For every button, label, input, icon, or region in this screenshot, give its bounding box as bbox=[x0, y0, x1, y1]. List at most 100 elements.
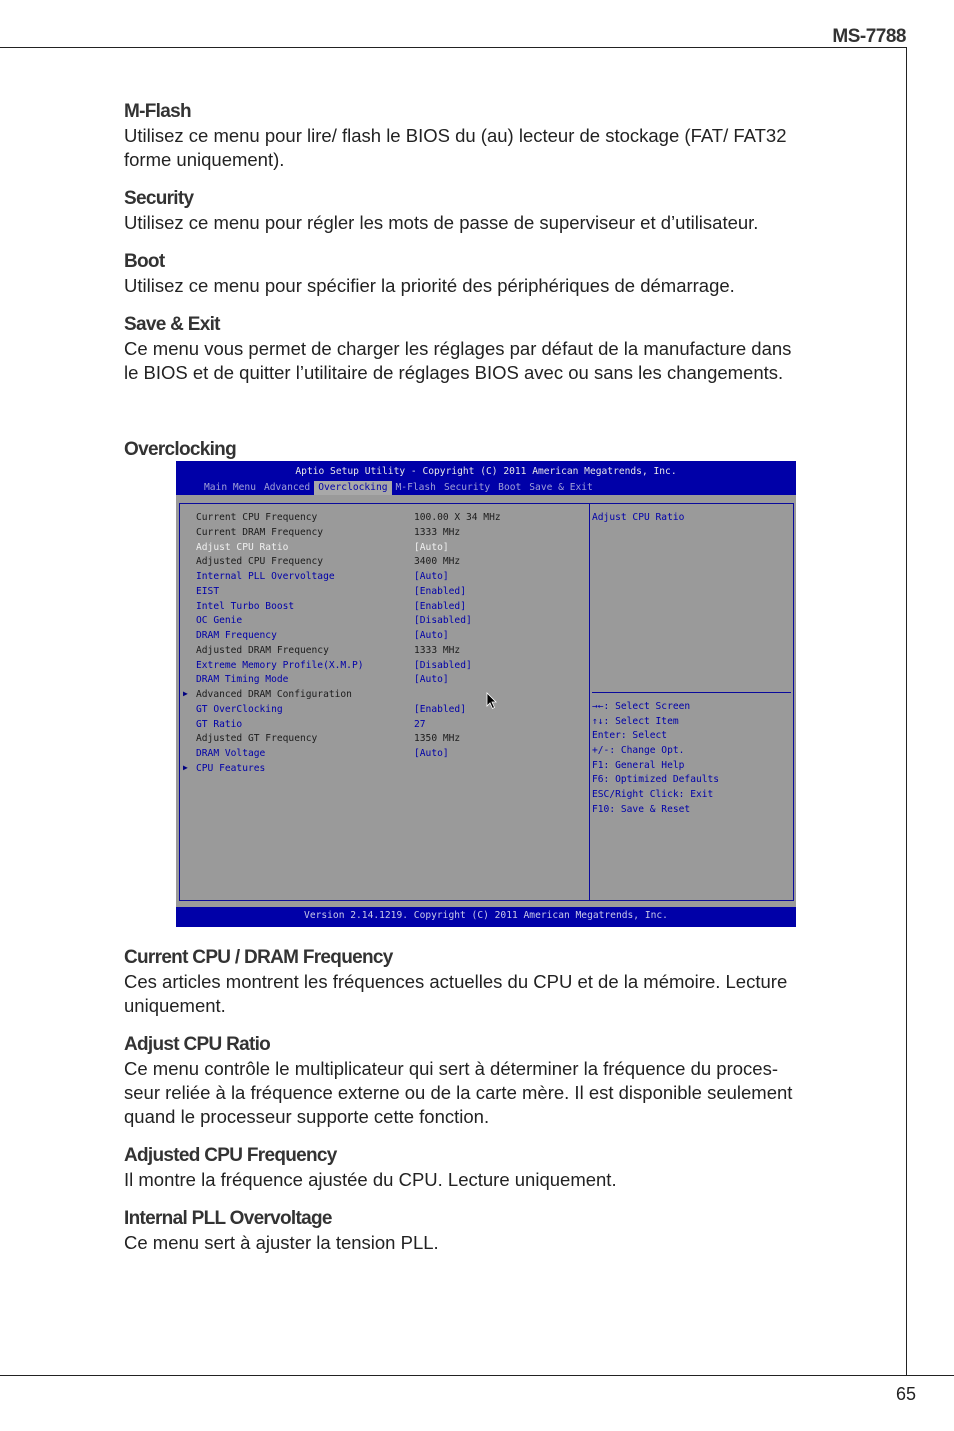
bios-setting-row[interactable]: DRAM Timing Mode [Auto] bbox=[180, 674, 580, 689]
section-internal-pll-overvoltage: Internal PLL Overvoltage Ce menu sert à … bbox=[124, 1207, 854, 1255]
setting-label: DRAM Timing Mode bbox=[196, 674, 289, 686]
section-line: Ce menu sert à ajuster la tension PLL. bbox=[124, 1232, 439, 1253]
setting-value[interactable]: [Enabled] bbox=[414, 704, 466, 715]
section-line: Ce menu contrôle le multiplicateur qui s… bbox=[124, 1058, 778, 1079]
key-hint: →←: Select Screen bbox=[592, 701, 691, 712]
mouse-cursor-icon bbox=[486, 692, 497, 710]
setting-value[interactable]: [Auto] bbox=[414, 630, 449, 641]
section-line: uniquement. bbox=[124, 995, 226, 1016]
section-title: Security bbox=[124, 188, 194, 209]
bios-setting-row: Adjusted DRAM Frequency 1333 MHz bbox=[180, 645, 580, 660]
bios-setting-row[interactable]: Intel Turbo Boost [Enabled] bbox=[180, 601, 580, 616]
bios-title-bar: Aptio Setup Utility - Copyright (C) 2011… bbox=[176, 461, 796, 495]
section-line: Utilisez ce menu pour régler les mots de… bbox=[124, 212, 759, 233]
section-title: Adjusted CPU Frequency bbox=[124, 1145, 337, 1166]
bios-setting-row[interactable]: ▶ CPU Features bbox=[180, 763, 580, 778]
setting-label: Adjusted CPU Frequency bbox=[196, 556, 324, 568]
section-boot: Boot Utilisez ce menu pour spécifier la … bbox=[124, 250, 854, 298]
bios-setting-row: Adjusted GT Frequency 1350 MHz bbox=[180, 733, 580, 748]
key-hint: ESC/Right Click: Exit bbox=[592, 789, 714, 801]
section-adjust-cpu-ratio: Adjust CPU Ratio Ce menu contrôle le mul… bbox=[124, 1033, 854, 1129]
submenu-arrow-icon: ▶ bbox=[183, 762, 188, 772]
bios-tabs: Main Menu Advanced Overclocking M-Flash Secu… bbox=[200, 481, 597, 495]
bios-setting-row: Current CPU Frequency 100.00 X 34 MHz bbox=[180, 512, 580, 527]
right-rule bbox=[906, 47, 907, 1375]
model-label: MS-7788 bbox=[832, 26, 906, 47]
key-hint: +/-: Change Opt. bbox=[592, 745, 685, 757]
setting-label: DRAM Voltage bbox=[196, 748, 266, 759]
setting-value: 1350 MHz bbox=[414, 733, 461, 745]
bios-tab-m-flash[interactable]: M-Flash bbox=[392, 481, 440, 495]
setting-value[interactable]: [Enabled] bbox=[414, 586, 466, 597]
bios-version: Version 2.14.1219. Copyright (C) 2011 Am… bbox=[176, 907, 796, 927]
bios-tab-advanced[interactable]: Advanced bbox=[260, 481, 314, 495]
key-hint: ↑↓: Select Item bbox=[592, 715, 679, 727]
bios-setting-row[interactable]: Internal PLL Overvoltage [Auto] bbox=[180, 571, 580, 586]
key-hint: Enter: Select bbox=[592, 730, 668, 742]
section-line: seur reliée à la fréquence externe ou de… bbox=[124, 1082, 793, 1103]
setting-value[interactable]: 27 bbox=[414, 719, 426, 730]
section-line: Utilisez ce menu pour lire/ flash le BIO… bbox=[124, 125, 787, 146]
bios-setting-row[interactable]: GT Ratio 27 bbox=[180, 719, 580, 734]
bios-screenshot: Aptio Setup Utility - Copyright (C) 2011… bbox=[176, 461, 796, 927]
section-security: Security Utilisez ce menu pour régler le… bbox=[124, 187, 854, 235]
setting-label: EIST bbox=[196, 585, 220, 597]
key-legend: →←: Select Screen ↑↓: Select Item Enter: S… bbox=[592, 701, 719, 819]
setting-value[interactable]: [Auto] bbox=[414, 748, 449, 759]
section-line: Ce menu vous permet de charger les régla… bbox=[124, 338, 792, 359]
bios-setting-row[interactable]: EIST [Enabled] bbox=[180, 586, 580, 601]
section-line: forme uniquement). bbox=[124, 149, 285, 170]
bios-tab-main-menu[interactable]: Main Menu bbox=[200, 481, 260, 495]
setting-label: Advanced DRAM Configuration bbox=[196, 689, 352, 700]
setting-value[interactable]: [Disabled] bbox=[414, 660, 472, 671]
bios-tab-save-exit[interactable]: Save & Exit bbox=[525, 481, 597, 495]
bios-setting-row[interactable]: OC Genie [Disabled] bbox=[180, 615, 580, 630]
help-separator bbox=[592, 692, 791, 693]
setting-value[interactable]: [Disabled] bbox=[414, 615, 472, 626]
bios-setting-row[interactable]: DRAM Frequency [Auto] bbox=[180, 630, 580, 645]
bios-setting-row[interactable]: DRAM Voltage [Auto] bbox=[180, 748, 580, 763]
bios-setting-row[interactable]: Extreme Memory Profile(X.M.P) [Disabled] bbox=[180, 660, 580, 675]
setting-value[interactable]: [Enabled] bbox=[414, 601, 466, 612]
bios-setting-row[interactable]: ▶ Advanced DRAM Configuration bbox=[180, 689, 580, 704]
section-adjusted-cpu-frequency: Adjusted CPU Frequency Il montre la fréq… bbox=[124, 1144, 854, 1192]
setting-label: Adjusted GT Frequency bbox=[196, 733, 318, 745]
section-m-flash: M-Flash Utilisez ce menu pour lire/ flas… bbox=[124, 100, 854, 172]
page-number: 65 bbox=[896, 1384, 917, 1404]
setting-label: Extreme Memory Profile(X.M.P) bbox=[196, 659, 364, 671]
setting-label: DRAM Frequency bbox=[196, 630, 277, 641]
bios-setting-row[interactable]: GT OverClocking [Enabled] bbox=[180, 704, 580, 719]
section-line: Il montre la fréquence ajustée du CPU. L… bbox=[124, 1169, 617, 1190]
setting-label: OC Genie bbox=[196, 615, 243, 627]
bios-settings-panel: Current CPU Frequency 100.00 X 34 MHz Curr… bbox=[179, 503, 590, 901]
section-title: Current CPU / DRAM Frequency bbox=[124, 947, 393, 968]
section-current-cpu-dram-frequency: Current CPU / DRAM Frequency Ces article… bbox=[124, 946, 854, 1018]
section-title: Internal PLL Overvoltage bbox=[124, 1208, 332, 1229]
bios-tab-security[interactable]: Security bbox=[440, 481, 494, 495]
section-title: Overclocking bbox=[124, 439, 237, 460]
setting-value[interactable]: [Auto] bbox=[414, 542, 449, 553]
section-line: le BIOS et de quitter l’utilitaire de ré… bbox=[124, 362, 784, 383]
bios-setting-row[interactable]: Adjust CPU Ratio [Auto] bbox=[180, 542, 580, 557]
bios-help-panel: Adjust CPU Ratio →←: Select Screen ↑↓: Se… bbox=[589, 503, 794, 901]
setting-value[interactable]: [Auto] bbox=[414, 571, 449, 582]
bios-tab-overclocking[interactable]: Overclocking bbox=[314, 481, 392, 495]
setting-value: 1333 MHz bbox=[414, 526, 461, 538]
section-line: Utilisez ce menu pour spécifier la prior… bbox=[124, 275, 735, 296]
section-overclocking: Overclocking bbox=[124, 438, 854, 462]
submenu-arrow-icon: ▶ bbox=[183, 689, 188, 698]
section-save-exit: Save & Exit Ce menu vous permet de charg… bbox=[124, 313, 854, 385]
bios-tab-boot[interactable]: Boot bbox=[494, 481, 525, 495]
help-description: Adjust CPU Ratio bbox=[592, 512, 685, 523]
setting-label: GT Ratio bbox=[196, 718, 243, 730]
setting-value[interactable]: [Auto] bbox=[414, 674, 449, 685]
section-title: M-Flash bbox=[124, 101, 192, 122]
section-line: Ces articles montrent les fréquences act… bbox=[124, 971, 788, 992]
setting-label: Intel Turbo Boost bbox=[196, 600, 295, 612]
setting-label: Internal PLL Overvoltage bbox=[196, 571, 335, 582]
section-title: Save & Exit bbox=[124, 314, 221, 335]
key-hint: F1: General Help bbox=[592, 759, 685, 771]
bios-setting-row: Current DRAM Frequency 1333 MHz bbox=[180, 527, 580, 542]
setting-label: Adjusted DRAM Frequency bbox=[196, 644, 329, 656]
section-title: Adjust CPU Ratio bbox=[124, 1034, 271, 1055]
